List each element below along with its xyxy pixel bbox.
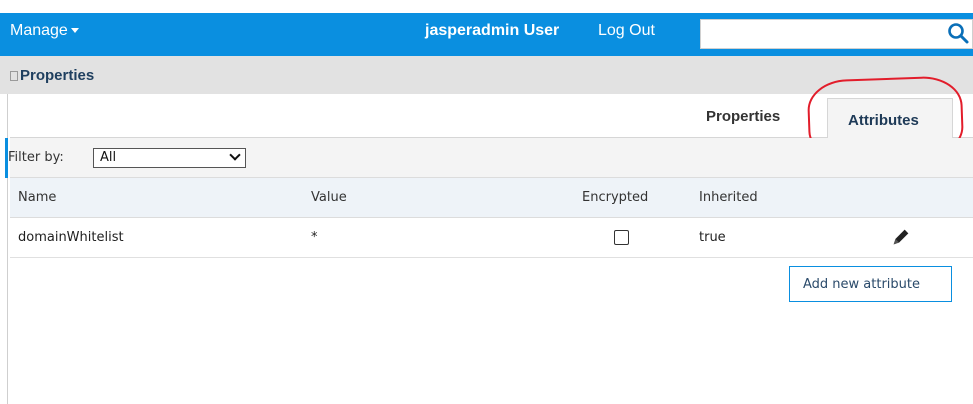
cell-name: domainWhitelist (18, 230, 124, 245)
filter-select[interactable]: All (93, 148, 246, 168)
pencil-icon[interactable] (890, 226, 912, 248)
table-row (10, 218, 973, 258)
tab-properties[interactable]: Properties (706, 108, 780, 125)
encrypted-checkbox[interactable] (614, 230, 629, 245)
table-header (10, 178, 973, 218)
chevron-down-icon (229, 149, 241, 161)
column-header-encrypted: Encrypted (582, 190, 649, 205)
filter-selected-value: All (100, 150, 117, 165)
column-header-name: Name (18, 190, 57, 205)
logout-link[interactable]: Log Out (598, 22, 655, 40)
filter-label: Filter by: (8, 150, 64, 165)
column-header-value: Value (311, 190, 347, 205)
search-icon[interactable] (946, 21, 970, 45)
user-name[interactable]: jasperadmin User (425, 22, 559, 40)
column-header-inherited: Inherited (699, 190, 758, 205)
manage-menu[interactable]: Manage (10, 22, 79, 40)
cell-value: * (311, 230, 318, 245)
add-new-attribute-label: Add new attribute (803, 277, 921, 292)
panel-icon[interactable] (10, 71, 18, 81)
manage-label: Manage (10, 22, 68, 39)
cell-inherited: true (699, 230, 726, 245)
panel-title: Properties (20, 67, 95, 84)
search-input[interactable] (700, 19, 973, 49)
chevron-down-icon (70, 28, 79, 34)
add-new-attribute-button[interactable]: Add new attribute (789, 266, 952, 302)
